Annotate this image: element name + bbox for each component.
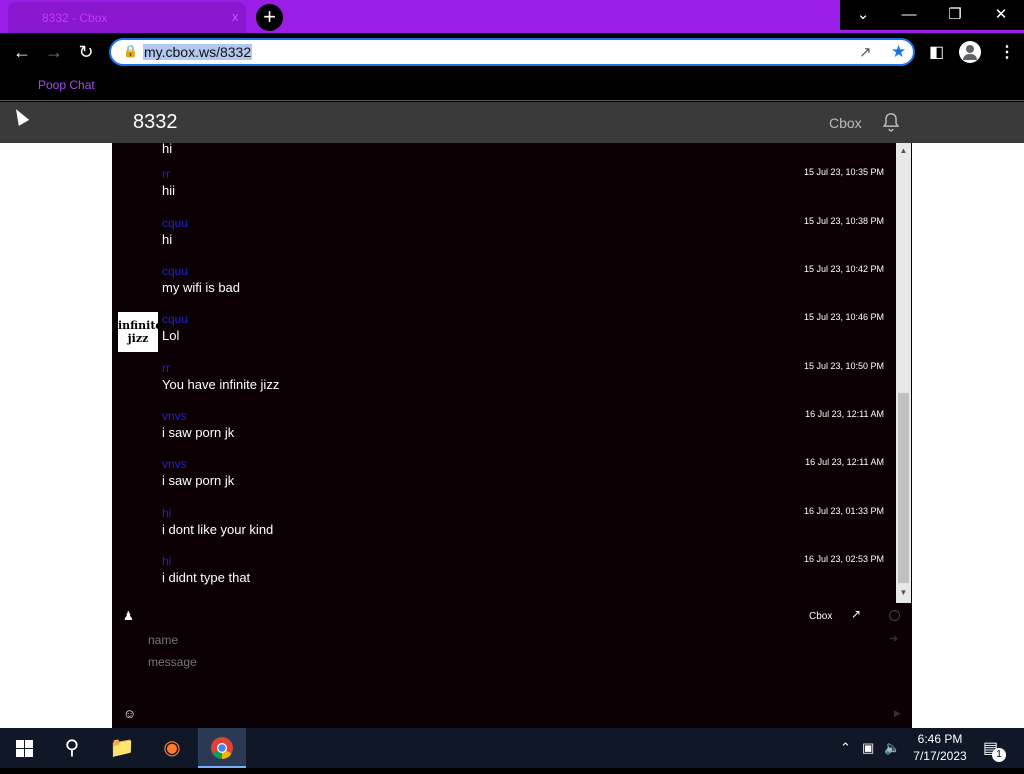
tray-chevron-icon[interactable]: ⌃ bbox=[840, 740, 851, 756]
file-explorer-icon[interactable]: 📁 bbox=[98, 728, 146, 768]
message-author[interactable]: vnvs bbox=[162, 457, 187, 471]
message-text: You have infinite jizz bbox=[162, 377, 280, 392]
chat-box: hi rr 15 Jul 23, 10:35 PM hii cquu 15 Ju… bbox=[112, 141, 912, 728]
url-text[interactable]: my.cbox.ws/8332 bbox=[143, 44, 253, 60]
menu-kebab-icon[interactable]: ⋮ bbox=[999, 42, 1015, 62]
volume-muted-icon[interactable]: 🔈 bbox=[884, 740, 900, 756]
message-text: i didnt type that bbox=[162, 570, 251, 585]
status-circle-icon bbox=[889, 610, 900, 621]
send-arrow-icon[interactable]: ▶ bbox=[894, 708, 901, 719]
chat-message: rr 15 Jul 23, 10:35 PM hii bbox=[112, 167, 892, 215]
profile-avatar-icon[interactable] bbox=[959, 41, 981, 63]
notification-badge: 1 bbox=[992, 748, 1006, 762]
chrome-icon[interactable] bbox=[198, 728, 246, 768]
message-author[interactable]: rr bbox=[162, 361, 170, 375]
tab-cbox[interactable]: 8332 - Cbox x bbox=[8, 2, 246, 33]
share-icon[interactable]: ↗ bbox=[859, 43, 872, 61]
cbox-footer-link[interactable]: Cbox bbox=[809, 611, 832, 622]
message-text: hi bbox=[162, 141, 173, 156]
message-timestamp: 15 Jul 23, 10:42 PM bbox=[803, 264, 884, 274]
message-timestamp: 15 Jul 23, 10:38 PM bbox=[803, 216, 884, 226]
message-author[interactable]: cquu bbox=[162, 216, 188, 230]
forward-arrow-icon[interactable]: → bbox=[41, 40, 67, 66]
scrollbar-thumb[interactable] bbox=[898, 393, 909, 583]
tab-strip: 8332 - Cbox x + ⌄ — ❐ ✕ bbox=[0, 0, 1024, 33]
message-author[interactable]: hi bbox=[162, 554, 171, 568]
message-timestamp: 16 Jul 23, 01:33 PM bbox=[803, 506, 884, 516]
message-author[interactable]: cquu bbox=[162, 264, 188, 278]
message-timestamp: 15 Jul 23, 10:35 PM bbox=[803, 167, 884, 177]
name-input[interactable] bbox=[148, 631, 868, 649]
message-author[interactable]: vnvs bbox=[162, 409, 187, 423]
chat-message: hi 16 Jul 23, 01:33 PM i dont like your … bbox=[112, 506, 892, 554]
message-timestamp: 16 Jul 23, 02:53 PM bbox=[803, 554, 884, 564]
chat-message: hi 16 Jul 23, 02:53 PM i didnt type that bbox=[112, 554, 892, 602]
close-tab-icon[interactable]: x bbox=[232, 9, 239, 24]
taskbar-clock[interactable]: 6:46 PM 7/17/2023 bbox=[905, 731, 975, 765]
message-timestamp: 15 Jul 23, 10:46 PM bbox=[803, 312, 884, 322]
side-panel-icon[interactable]: ◧ bbox=[929, 42, 944, 62]
windows-start-icon[interactable] bbox=[16, 740, 33, 757]
firefox-icon[interactable]: ◉ bbox=[148, 728, 196, 768]
network-icon[interactable]: ▣ bbox=[862, 740, 874, 756]
message-text: Lol bbox=[162, 328, 180, 343]
message-author[interactable]: cquu bbox=[162, 312, 188, 326]
user-avatar: infinite jizz bbox=[118, 312, 162, 352]
reload-icon[interactable]: ↻ bbox=[73, 40, 99, 66]
scroll-down-arrow-icon[interactable]: ▼ bbox=[896, 587, 911, 599]
message-text: hi bbox=[162, 232, 173, 247]
external-link-icon[interactable]: ↗ bbox=[851, 607, 861, 621]
login-icon[interactable]: ➜ bbox=[889, 632, 898, 645]
message-timestamp: 16 Jul 23, 12:11 AM bbox=[805, 457, 884, 467]
message-text: i dont like your kind bbox=[162, 522, 274, 537]
tab-search-icon[interactable]: ⌄ bbox=[840, 0, 886, 30]
chat-message: vnvs 16 Jul 23, 12:11 AM i saw porn jk bbox=[112, 457, 892, 505]
bookmarks-bar: Poop Chat bbox=[0, 71, 1024, 101]
smiley-icon[interactable]: ☺ bbox=[123, 706, 136, 721]
message-timestamp: 15 Jul 23, 10:50 PM bbox=[803, 361, 884, 371]
browser-toolbar: ← → ↻ 🔒 my.cbox.ws/8332 ↗ ★ ◧ ⋮ bbox=[0, 33, 1024, 71]
chat-message: cquu 15 Jul 23, 10:38 PM hi bbox=[112, 216, 892, 264]
scroll-up-arrow-icon[interactable]: ▲ bbox=[896, 145, 911, 157]
chat-message: rr 15 Jul 23, 10:50 PM You have infinite… bbox=[112, 361, 892, 409]
bookmark-poop-chat[interactable]: Poop Chat bbox=[38, 78, 95, 92]
windows-taskbar: ⚲ 📁 ◉ ⌃ ▣ 🔈 6:46 PM 7/17/2023 ▤ 1 bbox=[0, 728, 1024, 768]
chat-message: hi bbox=[112, 125, 892, 173]
chat-message: vnvs 16 Jul 23, 12:11 AM i saw porn jk bbox=[112, 409, 892, 457]
user-icon[interactable]: ♟ bbox=[123, 609, 134, 623]
chat-message: cquu 15 Jul 23, 10:42 PM my wifi is bad bbox=[112, 264, 892, 312]
message-author[interactable]: rr bbox=[162, 167, 170, 181]
minimize-button[interactable]: — bbox=[886, 0, 932, 30]
compose-area: ♟ Cbox ↗ ➜ ☺ ▶ bbox=[112, 603, 912, 728]
message-text: hii bbox=[162, 183, 176, 198]
address-bar[interactable]: 🔒 my.cbox.ws/8332 ↗ ★ bbox=[109, 38, 915, 66]
message-text: i saw porn jk bbox=[162, 425, 235, 440]
close-window-button[interactable]: ✕ bbox=[978, 0, 1024, 30]
clock-time: 6:46 PM bbox=[917, 732, 963, 746]
lock-icon[interactable]: 🔒 bbox=[123, 44, 138, 58]
message-input[interactable] bbox=[148, 653, 868, 671]
tab-title: 8332 - Cbox bbox=[42, 11, 108, 25]
restore-button[interactable]: ❐ bbox=[932, 0, 978, 30]
search-icon[interactable]: ⚲ bbox=[48, 728, 96, 768]
back-arrow-icon[interactable]: ← bbox=[9, 40, 35, 66]
message-author[interactable]: hi bbox=[162, 506, 171, 520]
chat-scrollbar[interactable]: ▲ ▼ bbox=[896, 143, 911, 603]
message-text: my wifi is bad bbox=[162, 280, 241, 295]
page-content: 8332 Cbox hi rr 15 Jul 23, 10:35 PM hii … bbox=[0, 102, 1024, 728]
bookmark-star-icon[interactable]: ★ bbox=[891, 42, 906, 62]
chat-message: infinite jizz cquu 15 Jul 23, 10:46 PM Lo… bbox=[112, 312, 892, 360]
message-text: i saw porn jk bbox=[162, 473, 235, 488]
message-timestamp: 16 Jul 23, 12:11 AM bbox=[805, 409, 884, 419]
clock-date: 7/17/2023 bbox=[913, 749, 967, 763]
new-tab-button[interactable]: + bbox=[256, 4, 283, 31]
